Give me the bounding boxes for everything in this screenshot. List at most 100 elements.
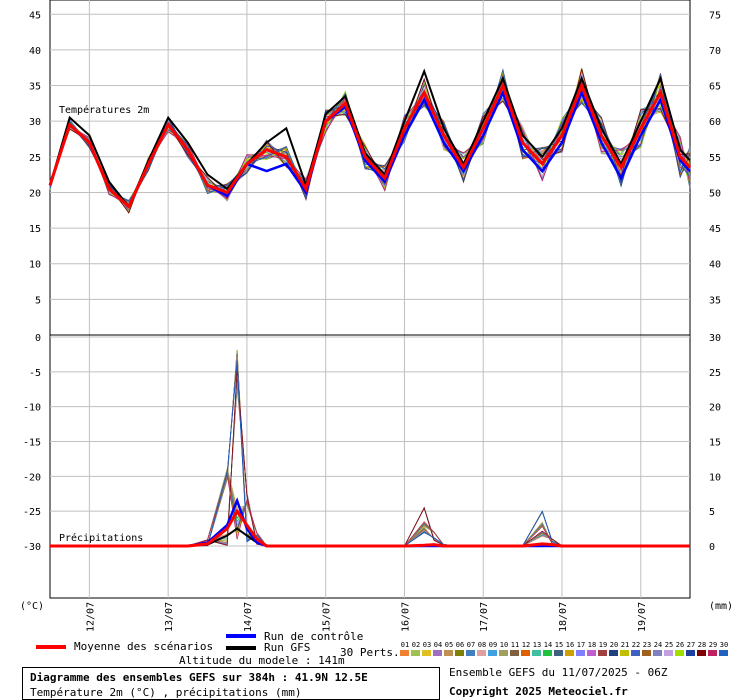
pert-swatch — [411, 650, 420, 656]
legend-swatch-gfs — [226, 646, 256, 650]
pert-swatch — [576, 650, 585, 656]
pert-swatch — [510, 650, 519, 656]
pert-swatch — [587, 650, 596, 656]
pert-number: 06 — [455, 641, 465, 649]
pert-number: 10 — [499, 641, 509, 649]
temp-tick-right: 65 — [709, 82, 721, 93]
precip-tick-right: 5 — [709, 507, 715, 518]
pert-swatch — [499, 650, 508, 656]
pert-number: 25 — [664, 641, 674, 649]
pert-number: 26 — [675, 641, 685, 649]
precip-tick-left: -10 — [23, 403, 41, 414]
pert-number: 23 — [642, 641, 652, 649]
pert-number: 28 — [697, 641, 707, 649]
pert-swatch — [554, 650, 563, 656]
temp-tick-left: 5 — [35, 295, 41, 306]
pert-swatch — [466, 650, 475, 656]
precip-tick-right: 10 — [709, 472, 721, 483]
pert-number: 05 — [444, 641, 454, 649]
date-tick: 12/07 — [85, 602, 96, 632]
temp-tick-right: 70 — [709, 46, 721, 57]
date-tick: 17/07 — [479, 602, 490, 632]
pert-swatch — [708, 650, 717, 656]
temp-tick-right: 50 — [709, 188, 721, 199]
precip-tick-right: 25 — [709, 368, 721, 379]
pert-swatch — [675, 650, 684, 656]
ensemble-chart: 45 7540 7035 6530 6025 5520 5015 4510 405 350 30-5… — [20, 0, 733, 632]
pert-number: 24 — [653, 641, 663, 649]
temp-tick-right: 40 — [709, 260, 721, 271]
pert-swatch — [400, 650, 409, 656]
pert-number: 19 — [598, 641, 608, 649]
diagram-title: Diagramme des ensembles GEFS sur 384h : … — [30, 671, 368, 684]
pert-swatch — [653, 650, 662, 656]
legend-moyenne: Moyenne des scénarios — [74, 640, 214, 653]
temp-tick-left: 20 — [29, 188, 41, 199]
temp-tick-left: 35 — [29, 82, 41, 93]
temp-tick-left: 15 — [29, 224, 41, 235]
pert-number: 07 — [466, 641, 476, 649]
date-tick: 14/07 — [243, 602, 254, 632]
diagram-subtitle: Température 2m (°C) , précipitations (mm… — [30, 686, 302, 699]
pert-swatch — [620, 650, 629, 656]
precip-tick-right: 30 — [709, 333, 721, 344]
temp-tick-right: 45 — [709, 224, 721, 235]
pert-swatch — [422, 650, 431, 656]
copyright-label: Copyright 2025 Meteociel.fr — [449, 685, 628, 698]
pert-number: 09 — [488, 641, 498, 649]
temp-tick-left: 25 — [29, 153, 41, 164]
precip-tick-left: -25 — [23, 507, 41, 518]
pert-swatch — [444, 650, 453, 656]
pert-swatch — [686, 650, 695, 656]
temp-tick-right: 60 — [709, 117, 721, 128]
date-tick: 15/07 — [322, 602, 333, 632]
precip-tick-right: 20 — [709, 403, 721, 414]
precipitation-panel-label: Précipitations — [59, 532, 143, 544]
legend-swatch-controle — [226, 634, 256, 638]
pert-number: 27 — [686, 641, 696, 649]
pert-number: 04 — [433, 641, 443, 649]
pert-number: 01 — [400, 641, 410, 649]
precip-tick-left: -15 — [23, 438, 41, 449]
legend-swatch-moyenne — [36, 645, 66, 649]
precip-tick-right: 0 — [709, 542, 715, 553]
legend-gfs: Run GFS — [264, 641, 311, 654]
temp-tick-left: 45 — [29, 10, 41, 21]
pert-swatch — [642, 650, 651, 656]
temp-tick-left: 40 — [29, 46, 41, 57]
pert-swatch — [664, 650, 673, 656]
pert-number: 02 — [411, 641, 421, 649]
pert-swatch — [719, 650, 728, 656]
pert-swatch — [565, 650, 574, 656]
pert-swatch — [521, 650, 530, 656]
pert-number: 13 — [532, 641, 542, 649]
date-tick: 18/07 — [558, 602, 569, 632]
run-label: Ensemble GEFS du 11/07/2025 - 06Z — [449, 666, 668, 679]
pert-swatch — [477, 650, 486, 656]
pert-number: 11 — [510, 641, 520, 649]
pert-swatch — [609, 650, 618, 656]
pert-number: 18 — [587, 641, 597, 649]
precip-tick-left: -30 — [23, 542, 41, 553]
pert-number: 14 — [543, 641, 553, 649]
pert-number: 30 — [719, 641, 729, 649]
temp-tick-right: 35 — [709, 295, 721, 306]
pert-number: 08 — [477, 641, 487, 649]
pert-number: 16 — [565, 641, 575, 649]
pert-number: 17 — [576, 641, 586, 649]
pert-swatch — [488, 650, 497, 656]
pert-swatch — [598, 650, 607, 656]
pert-number: 22 — [631, 641, 641, 649]
temp-tick-right: 55 — [709, 153, 721, 164]
pert-number: 21 — [620, 641, 630, 649]
temperature-panel-label: Températures 2m — [59, 104, 149, 116]
pert-number: 03 — [422, 641, 432, 649]
temperature-unit: (°C) — [20, 601, 44, 612]
pert-number: 29 — [708, 641, 718, 649]
precipitation-unit: (mm) — [709, 601, 733, 612]
precip-tick-left: -5 — [29, 368, 41, 379]
temp-tick-left: 10 — [29, 260, 41, 271]
precip-tick-left: -20 — [23, 472, 41, 483]
pert-swatch — [455, 650, 464, 656]
pert-number: 20 — [609, 641, 619, 649]
